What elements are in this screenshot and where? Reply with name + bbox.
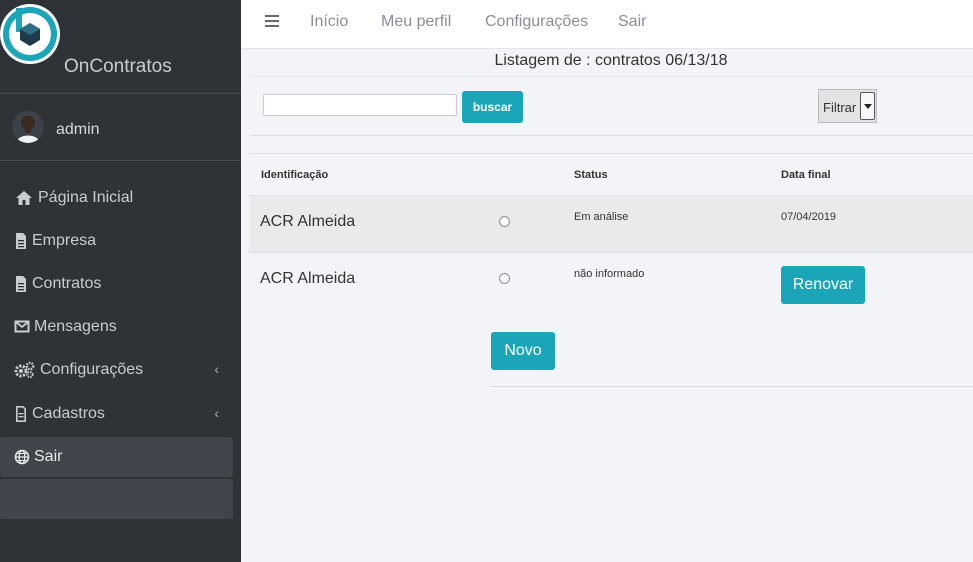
gears-icon — [14, 361, 35, 379]
sidebar-blank-item[interactable] — [0, 479, 233, 519]
user-panel: admin — [0, 94, 241, 161]
divider — [491, 386, 973, 387]
envelope-icon — [14, 318, 34, 336]
cell-identificacao: ACR Almeida — [260, 270, 356, 287]
sidebar-item-label: Configurações — [40, 361, 144, 378]
top-link-sair[interactable]: Sair — [618, 13, 646, 31]
hexagon-b-logo-icon[interactable] — [0, 4, 60, 64]
sidebar-item-mensagens[interactable]: Mensagens — [0, 307, 233, 347]
sidebar-item-label: Página Inicial — [38, 189, 134, 206]
top-link-configuracoes[interactable]: Configurações — [485, 13, 588, 31]
renew-button[interactable]: Renovar — [781, 266, 865, 304]
row-radio[interactable] — [499, 273, 510, 284]
filter-label: Filtrar — [823, 100, 857, 115]
cell-status: não informado — [574, 268, 645, 280]
chevron-left-icon: ‹ — [214, 361, 219, 377]
filter-dropdown[interactable]: Filtrar — [818, 89, 877, 123]
brand: OnContratos — [0, 0, 241, 94]
topbar: Início Meu perfil Configurações Sair — [241, 0, 973, 49]
new-button[interactable]: Novo — [491, 332, 555, 370]
sidebar-item-label: Empresa — [32, 232, 97, 249]
cell-identificacao: ACR Almeida — [260, 213, 356, 230]
sidebar-item-cadastros[interactable]: Cadastros ‹ — [0, 394, 233, 434]
file-icon — [14, 275, 34, 293]
chevron-left-icon: ‹ — [214, 405, 219, 421]
divider — [249, 135, 973, 154]
top-link-meu-perfil[interactable]: Meu perfil — [381, 13, 451, 31]
sidebar-item-label: Mensagens — [34, 318, 117, 335]
cell-data-final: 07/04/2019 — [781, 211, 837, 223]
sidebar-item-label: Contratos — [32, 275, 102, 292]
sidebar-item-empresa[interactable]: Empresa — [0, 221, 233, 261]
user-name: admin — [56, 121, 100, 138]
home-icon — [14, 189, 34, 207]
caret-down-icon[interactable] — [860, 92, 875, 120]
hamburger-menu-icon[interactable] — [265, 15, 279, 27]
row-radio[interactable] — [499, 216, 510, 227]
file-outline-icon — [14, 405, 34, 423]
column-header-identificacao: Identificação — [261, 169, 329, 181]
brand-name: OnContratos — [64, 56, 172, 77]
column-header-data-final: Data final — [781, 169, 831, 181]
table-row: ACR Almeida Em análise 07/04/2019 — [249, 196, 973, 253]
globe-icon — [14, 448, 34, 466]
search-button[interactable]: buscar — [462, 91, 523, 123]
top-link-inicio[interactable]: Início — [310, 13, 348, 31]
cell-status: Em análise — [574, 211, 629, 223]
sidebar-item-sair[interactable]: Sair — [0, 437, 233, 477]
sidebar-item-contratos[interactable]: Contratos — [0, 264, 233, 304]
file-icon — [14, 232, 34, 250]
column-header-status: Status — [574, 169, 608, 181]
avatar[interactable] — [12, 111, 44, 143]
sidebar-item-configuracoes[interactable]: Configurações ‹ — [0, 350, 233, 390]
page-title: Listagem de : contratos 06/13/18 — [249, 50, 973, 77]
sidebar: OnContratos admin Página Inicial Empresa… — [0, 0, 241, 562]
sidebar-item-label: Sair — [34, 448, 63, 465]
sidebar-item-label: Cadastros — [32, 405, 105, 422]
sidebar-item-pagina-inicial[interactable]: Página Inicial — [0, 178, 233, 218]
search-input[interactable] — [263, 94, 457, 116]
